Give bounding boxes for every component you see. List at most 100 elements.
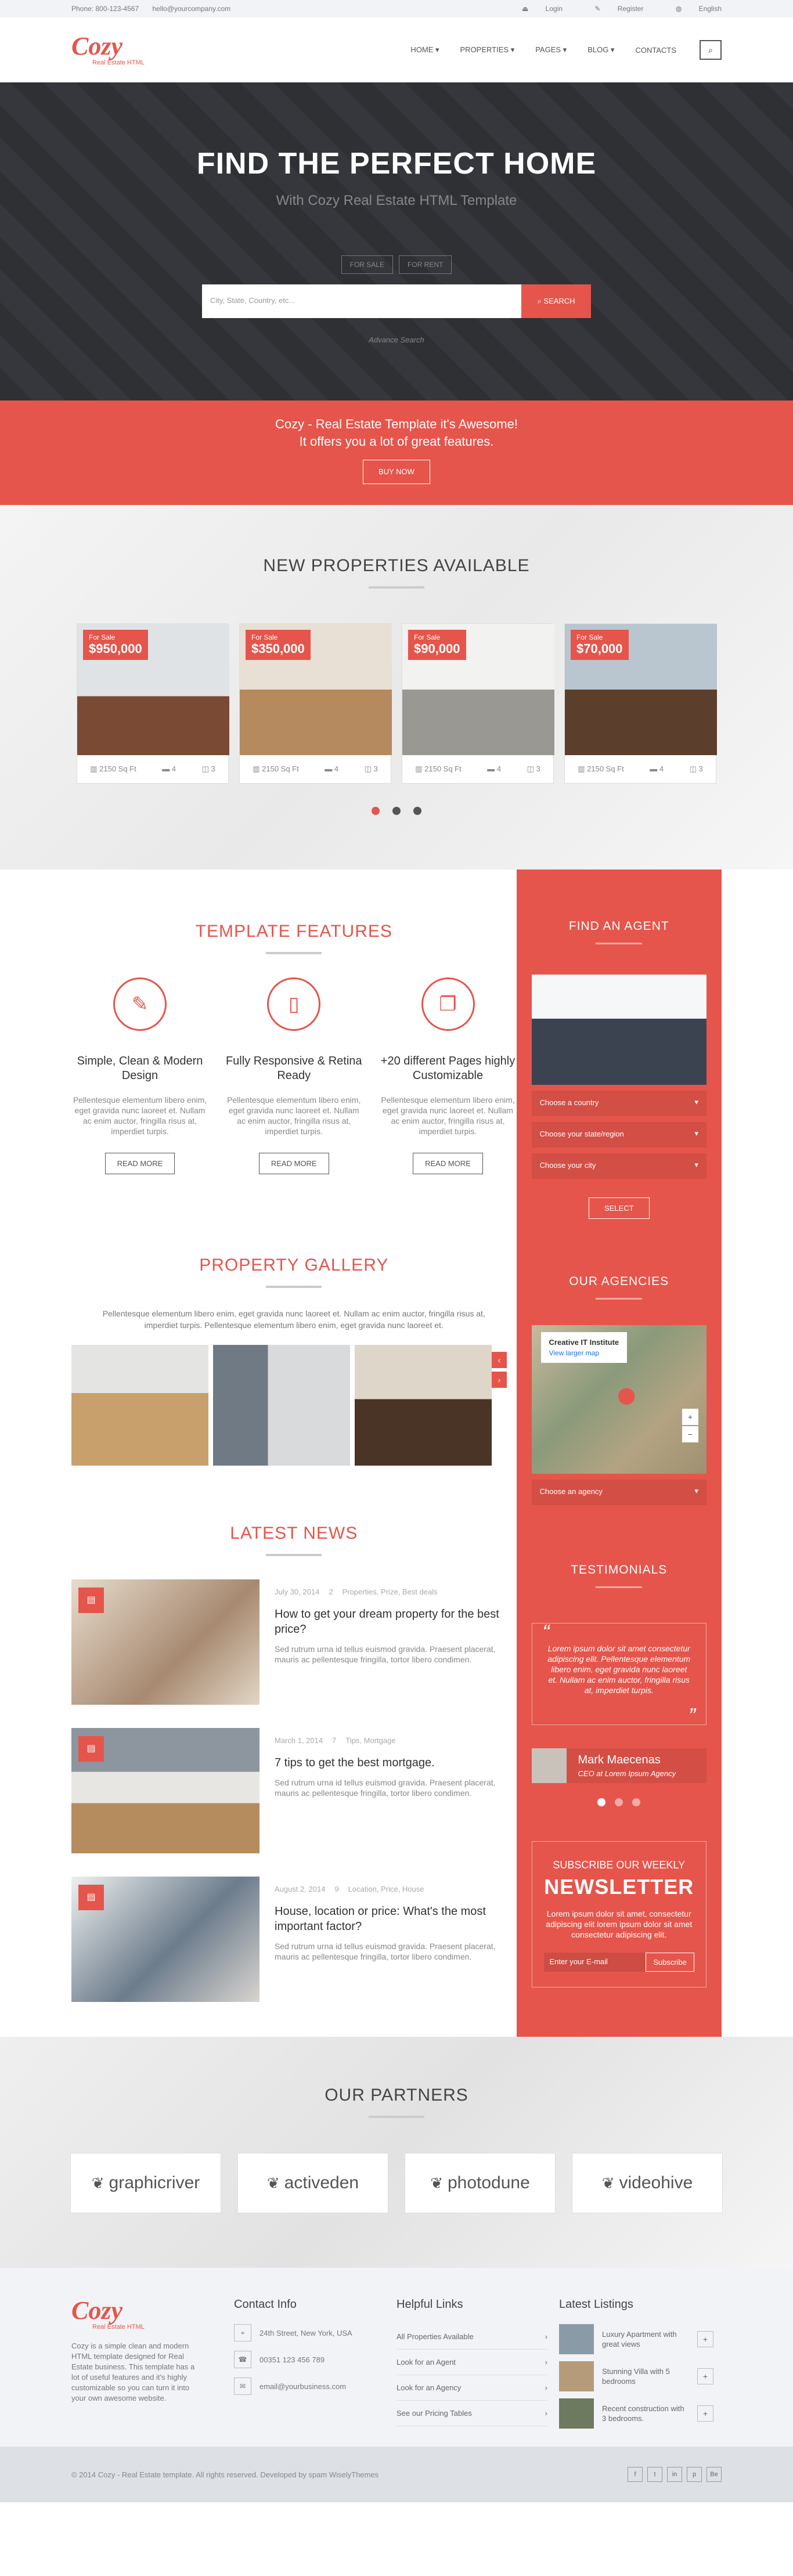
baths-value: 3 (698, 764, 703, 773)
news-excerpt: Sed rutrum urna id tellus euismod gravid… (275, 1778, 496, 1798)
footer-link[interactable]: Look for an Agent › (396, 2350, 547, 2375)
partner-logo[interactable]: ❦ activeden (237, 2153, 388, 2213)
news-tags[interactable]: Tips, Mortgage (345, 1736, 395, 1745)
zoom-in-button[interactable]: + (682, 1409, 698, 1425)
news-item[interactable]: ▤ March 1, 2014 7 Tips, Mortgage 7 tips to… (71, 1728, 517, 1853)
nav-properties[interactable]: PROPERTIES ▾ (460, 45, 515, 55)
sidebar: FIND AN AGENT Choose a country Choose yo… (516, 870, 722, 2037)
facebook-icon[interactable]: f (628, 2467, 643, 2482)
listings-title: Latest Listings (559, 2298, 633, 2311)
footer-link[interactable]: Look for an Agency › (396, 2375, 547, 2401)
carousel-dot[interactable] (372, 807, 380, 815)
read-more-button[interactable]: READ MORE (258, 1153, 329, 1174)
testimonial-dot[interactable] (632, 1798, 641, 1806)
read-more-button[interactable]: READ MORE (413, 1153, 483, 1174)
newsletter-text: Lorem ipsum dolor sit amet, consectetur … (546, 1909, 693, 1939)
gallery-image[interactable] (355, 1345, 492, 1466)
footer-link[interactable]: All Properties Available › (396, 2324, 547, 2350)
hero-search-button[interactable]: ⌕ SEARCH (521, 284, 591, 318)
main-nav: HOME ▾ PROPERTIES ▾ PAGES ▾ BLOG ▾ CONTA… (390, 40, 722, 60)
plus-icon[interactable]: + (697, 2331, 713, 2347)
city-select[interactable]: Choose your city (531, 1153, 707, 1179)
property-card[interactable]: For Sale $70,000 ▥ 2150 Sq Ft ▬ 4 ◫ 3 (564, 623, 717, 784)
testimonial-dot[interactable] (615, 1798, 623, 1806)
carousel-dot[interactable] (413, 807, 421, 815)
property-card[interactable]: For Sale $950,000 ▥ 2150 Sq Ft ▬ 4 ◫ 3 (77, 623, 229, 784)
property-card[interactable]: For Sale $350,000 ▥ 2150 Sq Ft ▬ 4 ◫ 3 (239, 623, 392, 784)
agency-select[interactable]: Choose an agency (531, 1480, 707, 1505)
map-card-title: Creative IT Institute (549, 1338, 619, 1347)
listing-item[interactable]: Luxury Apartment with great views + (559, 2324, 722, 2354)
header-search-button[interactable]: ⌕ (700, 40, 722, 60)
gallery-image[interactable] (71, 1345, 208, 1466)
property-card[interactable]: For Sale $90,000 ▥ 2150 Sq Ft ▬ 4 ◫ 3 (402, 623, 554, 784)
property-price: $70,000 (576, 641, 623, 656)
country-select[interactable]: Choose a country (531, 1091, 707, 1116)
partner-logo[interactable]: ❦ videohive (572, 2153, 723, 2213)
news-headline[interactable]: House, location or price: What's the mos… (275, 1904, 515, 1934)
testimonial-dot[interactable] (597, 1798, 606, 1806)
tab-for-rent[interactable]: FOR RENT (399, 255, 452, 274)
language-select[interactable]: ◍ English (661, 5, 722, 13)
zoom-out-button[interactable]: − (682, 1426, 698, 1442)
feature-title: +20 different Pages highly Customizable (380, 1055, 516, 1082)
nav-pages[interactable]: PAGES ▾ (535, 45, 567, 55)
partner-logo[interactable]: ❦ graphicriver (70, 2153, 221, 2213)
new-properties-title: NEW PROPERTIES AVAILABLE (263, 556, 530, 575)
listing-item[interactable]: Recent construction with 3 bedrooms. + (559, 2398, 722, 2429)
linkedin-icon[interactable]: in (667, 2467, 682, 2482)
listing-item[interactable]: Stunning Villa with 5 bedrooms + (559, 2361, 722, 2391)
carousel-dot[interactable] (392, 807, 401, 815)
hero-search-input[interactable]: City, State, Country, etc... (202, 284, 521, 318)
news-headline[interactable]: How to get your dream property for the b… (275, 1607, 515, 1637)
nav-contacts[interactable]: CONTACTS (635, 46, 676, 55)
nav-home[interactable]: HOME ▾ (410, 45, 439, 55)
gallery-next-arrow[interactable]: › (492, 1372, 507, 1388)
logo[interactable]: Cozy Real Estate HTML (71, 34, 193, 67)
footer-link-label: See our Pricing Tables (396, 2409, 472, 2418)
carousel-dots (0, 807, 793, 815)
site-header: Cozy Real Estate HTML HOME ▾ PROPERTIES … (0, 17, 793, 82)
buy-now-button[interactable]: BUY NOW (363, 460, 430, 484)
newsletter-box: SUBSCRIBE OUR WEEKLY NEWSLETTER Lorem ip… (531, 1841, 707, 1987)
footer-logo[interactable]: Cozy Real Estate HTML (71, 2298, 193, 2331)
agencies-map[interactable]: Creative IT Institute View larger map ⬤ … (531, 1325, 707, 1474)
footer-link-label: Look for an Agent (396, 2358, 456, 2366)
twitter-icon[interactable]: t (647, 2467, 662, 2482)
title-divider (596, 1298, 643, 1300)
map-pin-icon[interactable]: ⬤ (618, 1386, 636, 1405)
register-link[interactable]: ✎ Register (579, 5, 643, 13)
news-excerpt: Sed rutrum urna id tellus euismod gravid… (275, 1644, 496, 1664)
read-more-button[interactable]: READ MORE (104, 1153, 175, 1174)
testimonial-text: Lorem ipsum dolor sit amet consectetur a… (547, 1644, 691, 1695)
news-headline[interactable]: 7 tips to get the best mortgage. (275, 1755, 515, 1770)
partner-logo[interactable]: ❦ photodune (405, 2153, 556, 2213)
newsletter-email-input[interactable]: Enter your E-mail (543, 1953, 646, 1972)
pinterest-icon[interactable]: p (687, 2467, 702, 2482)
author-name: Mark Maecenas (578, 1754, 661, 1766)
news-item[interactable]: ▤ July 30, 2014 2 Properties, Prize, Best … (71, 1579, 517, 1705)
tab-for-sale[interactable]: FOR SALE (341, 255, 393, 274)
gallery-prev-arrow[interactable]: ‹ (492, 1352, 507, 1368)
hero-search-label: SEARCH (543, 297, 575, 305)
property-area: ▥ 2150 Sq Ft (253, 764, 299, 773)
footer-link[interactable]: See our Pricing Tables › (396, 2401, 547, 2426)
behance-icon[interactable]: Be (707, 2467, 722, 2482)
topbar-email[interactable]: hello@yourcompany.com (152, 5, 230, 13)
news-item[interactable]: ▤ August 2, 2014 9 Location, Price, House … (71, 1877, 517, 2002)
advanced-search-link[interactable]: Advance Search (0, 335, 793, 344)
plus-icon[interactable]: + (697, 2405, 713, 2422)
gallery-image[interactable] (213, 1345, 350, 1466)
plus-icon[interactable]: + (697, 2368, 713, 2384)
contact-email[interactable]: email@yourbusiness.com (259, 2382, 346, 2391)
tablet-icon: ▯ (267, 977, 321, 1031)
login-link[interactable]: ⏏ Login (507, 5, 563, 13)
select-agent-button[interactable]: SELECT (588, 1197, 650, 1219)
state-select[interactable]: Choose your state/region (531, 1122, 707, 1148)
view-larger-map-link[interactable]: View larger map (549, 1349, 619, 1357)
subscribe-button[interactable]: Subscribe (646, 1953, 694, 1972)
contact-phone: 00351 123 456 789 (259, 2355, 325, 2364)
nav-blog[interactable]: BLOG ▾ (587, 45, 614, 55)
news-tags[interactable]: Location, Price, House (348, 1885, 424, 1893)
news-tags[interactable]: Properties, Prize, Best deals (343, 1588, 438, 1596)
